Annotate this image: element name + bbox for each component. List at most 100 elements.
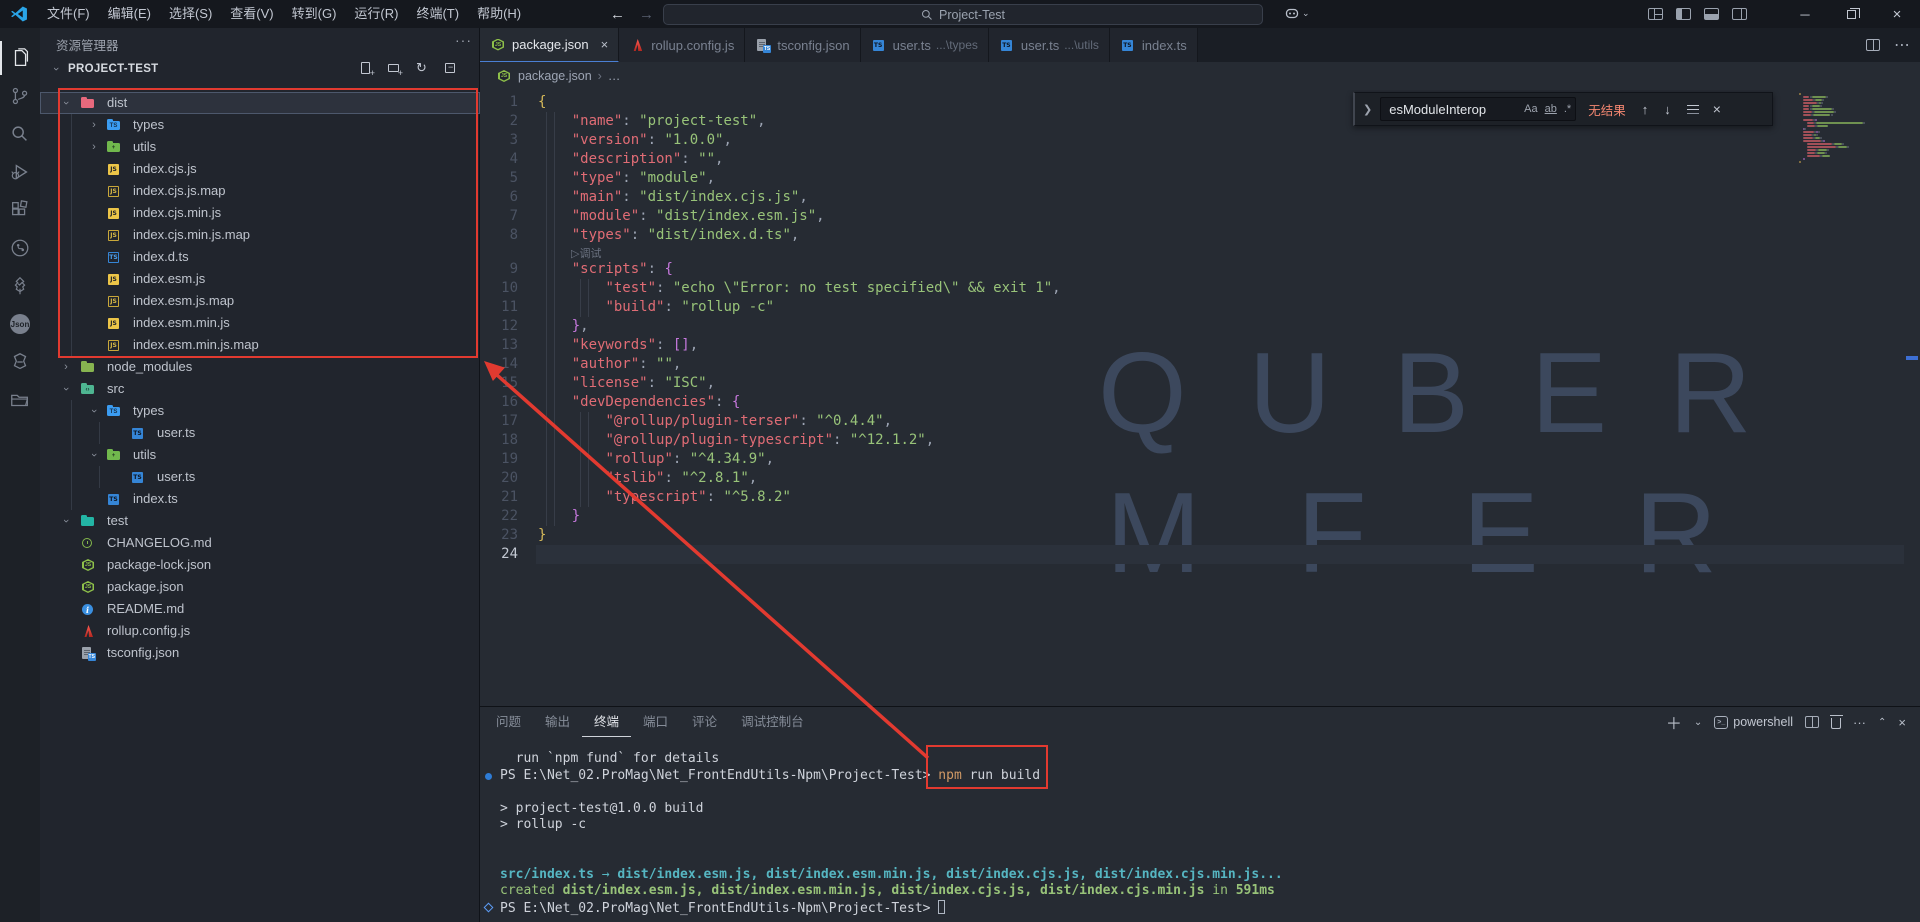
breadcrumb[interactable]: JS package.json › … [480, 62, 1920, 90]
terminal-profile-chevron-icon[interactable]: ⌄ [1694, 717, 1702, 728]
tree-item-index.esm.js[interactable]: JSindex.esm.js [40, 268, 480, 290]
nav-back-icon[interactable]: ← [610, 6, 625, 23]
tree-item-types[interactable]: ›TStypes [40, 400, 480, 422]
tab-close-icon[interactable]: × [601, 37, 609, 52]
tree-item-types[interactable]: ›TStypes [40, 114, 480, 136]
codelens-debug[interactable]: ▷调试 [571, 245, 601, 261]
menu-终端[interactable]: 终端(T) [407, 0, 468, 28]
tab-user.ts[interactable]: TSuser.ts...\types [861, 28, 989, 62]
menu-运行[interactable]: 运行(R) [345, 0, 407, 28]
tree-item-dist[interactable]: ›dist [40, 92, 480, 114]
find-input[interactable]: esModuleInterop Aa ab .* [1380, 97, 1576, 121]
panel-tab-调试控制台[interactable]: 调试控制台 [729, 707, 816, 737]
code-editor[interactable]: QUBER MFER 1{2 "name": "project-test",3 … [480, 90, 1920, 706]
panel-tab-端口[interactable]: 端口 [631, 707, 680, 737]
close-button[interactable]: × [1874, 0, 1920, 28]
tree-item-index.ts[interactable]: TSindex.ts [40, 488, 480, 510]
tree-item-index.esm.js.map[interactable]: JSindex.esm.js.map [40, 290, 480, 312]
breadcrumb-file[interactable]: package.json [518, 69, 592, 83]
customize-layout-icon[interactable] [1648, 8, 1663, 20]
tree-item-index.cjs.min.js[interactable]: JSindex.cjs.min.js [40, 202, 480, 224]
editor-more-actions-icon[interactable]: ⋯ [1894, 35, 1910, 55]
tree-item-index.cjs.js.map[interactable]: JSindex.cjs.js.map [40, 180, 480, 202]
tree-item-README.md[interactable]: iREADME.md [40, 598, 480, 620]
more-actions-icon[interactable]: ··· [455, 32, 472, 48]
panel-tab-终端[interactable]: 终端 [582, 707, 631, 737]
new-terminal-icon[interactable]: ＋ [1666, 710, 1682, 734]
regex-icon[interactable]: .* [1564, 103, 1571, 115]
new-file-icon[interactable]: + [359, 61, 374, 76]
panel-tab-问题[interactable]: 问题 [484, 707, 533, 737]
tree-item-utils[interactable]: ›+utils [40, 444, 480, 466]
tree-item-src[interactable]: ›‹›src [40, 378, 480, 400]
nav-forward-icon[interactable]: → [639, 6, 654, 23]
activity-run-and-debug-icon[interactable] [0, 155, 40, 189]
activity-git-graph-icon[interactable] [0, 231, 40, 265]
tab-tsconfig.json[interactable]: TStsconfig.json [745, 28, 860, 62]
tab-index.ts[interactable]: TSindex.ts [1110, 28, 1198, 62]
command-center-search[interactable]: Project-Test [663, 4, 1263, 25]
activity-json-tools-icon[interactable]: Json [0, 307, 40, 341]
menu-转到[interactable]: 转到(G) [283, 0, 346, 28]
split-editor-icon[interactable] [1866, 39, 1880, 51]
menu-帮助[interactable]: 帮助(H) [468, 0, 530, 28]
tree-item-index.cjs.min.js.map[interactable]: JSindex.cjs.min.js.map [40, 224, 480, 246]
activity-explorer-icon[interactable] [0, 41, 40, 75]
tree-item-user.ts[interactable]: TSuser.ts [40, 422, 480, 444]
activity-source-control-icon[interactable] [0, 79, 40, 113]
close-panel-icon[interactable]: × [1898, 715, 1906, 730]
tree-item-index.esm.min.js[interactable]: JSindex.esm.min.js [40, 312, 480, 334]
project-section-header[interactable]: › PROJECT-TEST + + [40, 58, 480, 80]
activity-open-folder-icon[interactable] [0, 383, 40, 417]
kill-terminal-icon[interactable] [1831, 718, 1841, 729]
menu-选择[interactable]: 选择(S) [160, 0, 221, 28]
find-next-icon[interactable]: ↓ [1664, 102, 1671, 117]
menu-文件[interactable]: 文件(F) [38, 0, 99, 28]
tree-item-package.json[interactable]: JSpackage.json [40, 576, 480, 598]
tree-item-index.esm.min.js.map[interactable]: JSindex.esm.min.js.map [40, 334, 480, 356]
activity-extensions-icon[interactable] [0, 193, 40, 227]
refresh-icon[interactable] [415, 61, 430, 76]
toggle-panel-icon[interactable] [1704, 8, 1719, 20]
activity-search-icon[interactable] [0, 117, 40, 151]
panel-more-actions-icon[interactable]: ··· [1853, 715, 1866, 730]
find-in-selection-icon[interactable] [1687, 104, 1699, 114]
find-query[interactable]: esModuleInterop [1389, 102, 1517, 117]
new-folder-icon[interactable]: + [387, 61, 402, 76]
minimize-button[interactable]: ─ [1782, 0, 1828, 28]
match-case-icon[interactable]: Aa [1524, 103, 1537, 115]
whole-word-icon[interactable]: ab [1545, 103, 1557, 115]
tree-item-CHANGELOG.md[interactable]: CHANGELOG.md [40, 532, 480, 554]
copilot-button[interactable]: ⌄ [1284, 5, 1310, 21]
find-previous-icon[interactable]: ↑ [1642, 102, 1649, 117]
panel-tab-输出[interactable]: 输出 [533, 707, 582, 737]
menu-编辑[interactable]: 编辑(E) [99, 0, 160, 28]
maximize-panel-icon[interactable]: ⌃ [1878, 717, 1886, 728]
minimap[interactable] [1797, 90, 1907, 250]
find-close-icon[interactable]: × [1713, 101, 1721, 117]
command-decoration-icon[interactable] [485, 773, 492, 780]
tree-item-utils[interactable]: ›+utils [40, 136, 480, 158]
find-expand-icon[interactable]: ❯ [1363, 103, 1372, 116]
panel-tab-评论[interactable]: 评论 [680, 707, 729, 737]
terminal-instance[interactable]: >_ powershell [1714, 715, 1793, 729]
tab-user.ts[interactable]: TSuser.ts...\utils [989, 28, 1110, 62]
tree-item-package-lock.json[interactable]: JSpackage-lock.json [40, 554, 480, 576]
menu-查看[interactable]: 查看(V) [221, 0, 282, 28]
activity-todo-tree-icon[interactable] [0, 269, 40, 303]
tree-item-node_modules[interactable]: ›node_modules [40, 356, 480, 378]
shell-integration-icon[interactable] [484, 902, 494, 912]
tree-item-tsconfig.json[interactable]: TStsconfig.json [40, 642, 480, 664]
tree-item-index.cjs.js[interactable]: JSindex.cjs.js [40, 158, 480, 180]
collapse-all-icon[interactable] [443, 61, 458, 76]
breadcrumb-more[interactable]: … [608, 69, 621, 83]
tree-item-user.ts[interactable]: TSuser.ts [40, 466, 480, 488]
tree-item-index.d.ts[interactable]: TSindex.d.ts [40, 246, 480, 268]
toggle-sidebar-icon[interactable] [1676, 8, 1691, 20]
tab-rollup.config.js[interactable]: rollup.config.js [619, 28, 745, 62]
split-terminal-icon[interactable] [1805, 716, 1819, 728]
tree-item-test[interactable]: ›test [40, 510, 480, 532]
tree-item-rollup.config.js[interactable]: rollup.config.js [40, 620, 480, 642]
restore-button[interactable] [1828, 0, 1874, 28]
toggle-secondary-sidebar-icon[interactable] [1732, 8, 1747, 20]
